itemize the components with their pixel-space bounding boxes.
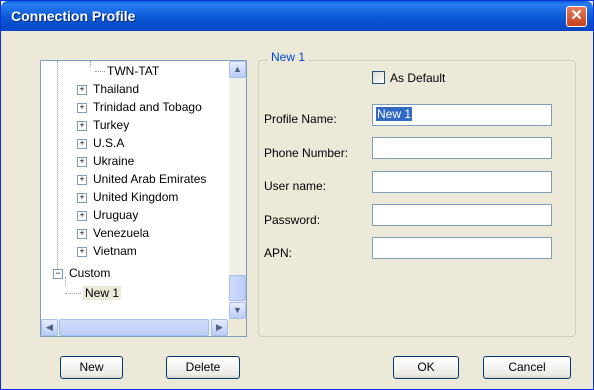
scroll-down-icon[interactable]: ▼ bbox=[229, 302, 246, 319]
close-icon[interactable]: ✕ bbox=[566, 6, 587, 27]
phone-number-label: Phone Number: bbox=[264, 146, 349, 160]
tree-connector-line bbox=[65, 277, 66, 285]
expand-icon[interactable]: + bbox=[77, 102, 87, 113]
expand-icon[interactable]: + bbox=[77, 120, 87, 131]
expand-icon[interactable]: + bbox=[77, 246, 87, 257]
tree-item-uk[interactable]: + United Kingdom bbox=[77, 189, 178, 205]
cancel-button[interactable]: Cancel bbox=[483, 356, 571, 379]
window-title: Connection Profile bbox=[11, 8, 136, 24]
expand-icon[interactable]: + bbox=[77, 228, 87, 239]
tree-item-custom[interactable]: − Custom bbox=[53, 265, 110, 281]
tree-item-twn-tat[interactable]: TWN-TAT bbox=[95, 63, 159, 79]
profile-name-field[interactable]: New 1 bbox=[372, 104, 552, 126]
tree-horizontal-scrollbar[interactable]: ◀ ▶ bbox=[41, 319, 229, 336]
tree-item-uae[interactable]: + United Arab Emirates bbox=[77, 171, 206, 187]
scroll-up-icon[interactable]: ▲ bbox=[229, 61, 246, 78]
phone-number-field[interactable] bbox=[372, 137, 552, 159]
scroll-left-icon[interactable]: ◀ bbox=[41, 319, 58, 336]
password-label: Password: bbox=[264, 213, 321, 227]
expand-icon[interactable]: + bbox=[77, 192, 87, 203]
selected-node-label: New 1 bbox=[83, 286, 122, 300]
password-field[interactable] bbox=[372, 204, 552, 226]
tree-vertical-scrollbar[interactable]: ▲ ▼ bbox=[229, 61, 246, 319]
profile-groupbox bbox=[258, 60, 576, 337]
expand-icon[interactable]: + bbox=[77, 156, 87, 167]
tree-item-trinidad[interactable]: + Trinidad and Tobago bbox=[77, 99, 202, 115]
tree-item-ukraine[interactable]: + Ukraine bbox=[77, 153, 134, 169]
apn-field[interactable] bbox=[372, 237, 552, 259]
tree-item-venezuela[interactable]: + Venezuela bbox=[77, 225, 149, 241]
scrollbar-corner bbox=[229, 319, 246, 336]
horizontal-scroll-thumb[interactable] bbox=[59, 319, 209, 336]
new-button[interactable]: New bbox=[60, 356, 123, 379]
as-default-label: As Default bbox=[390, 71, 446, 85]
tree-item-usa[interactable]: + U.S.A bbox=[77, 135, 124, 151]
tree-item-turkey[interactable]: + Turkey bbox=[77, 117, 129, 133]
tree-connector-line bbox=[57, 61, 58, 273]
expand-icon[interactable]: + bbox=[77, 210, 87, 221]
tree-item-thailand[interactable]: + Thailand bbox=[77, 81, 139, 97]
delete-button[interactable]: Delete bbox=[166, 356, 240, 379]
ok-button[interactable]: OK bbox=[393, 356, 459, 379]
expand-icon[interactable]: + bbox=[77, 174, 87, 185]
expand-icon[interactable]: + bbox=[77, 138, 87, 149]
user-name-field[interactable] bbox=[372, 171, 552, 193]
title-bar[interactable]: Connection Profile ✕ bbox=[1, 1, 593, 31]
group-title: New 1 bbox=[268, 50, 309, 64]
profile-name-label: Profile Name: bbox=[264, 112, 337, 126]
scroll-right-icon[interactable]: ▶ bbox=[211, 319, 228, 336]
user-name-label: User name: bbox=[264, 179, 327, 193]
tree-item-new-1[interactable]: New 1 bbox=[65, 285, 122, 301]
collapse-icon[interactable]: − bbox=[53, 268, 63, 279]
expand-icon[interactable]: + bbox=[77, 84, 87, 95]
tree-item-vietnam[interactable]: + Vietnam bbox=[77, 243, 137, 259]
tree-connector-line bbox=[90, 61, 91, 67]
profile-tree[interactable]: TWN-TAT + Thailand + Trinidad and Tobago +… bbox=[40, 60, 247, 337]
vertical-scroll-thumb[interactable] bbox=[229, 275, 246, 301]
as-default-checkbox[interactable] bbox=[372, 71, 385, 84]
apn-label: APN: bbox=[264, 246, 293, 260]
tree-item-uruguay[interactable]: + Uruguay bbox=[77, 207, 138, 223]
